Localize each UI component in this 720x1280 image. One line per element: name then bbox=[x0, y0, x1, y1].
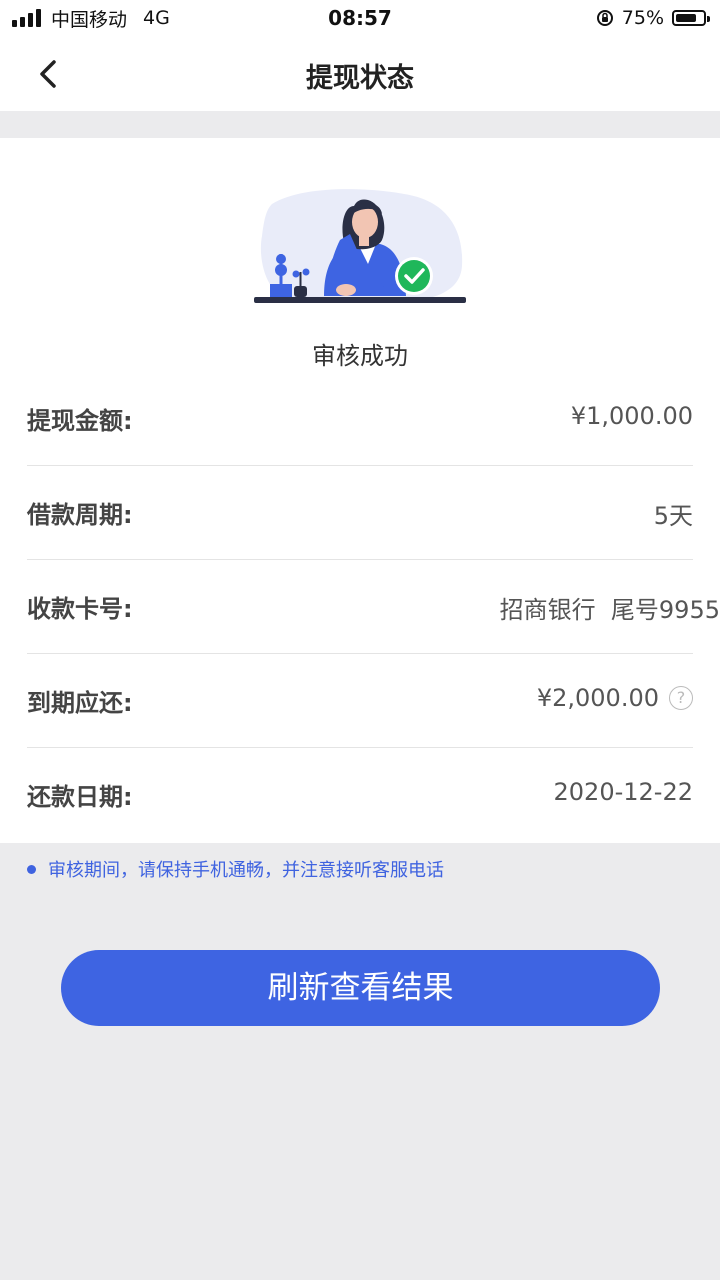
status-bar: 中国移动 4G 08:57 75% bbox=[0, 0, 720, 36]
status-card: 审核成功 提现金额: ¥1,000.00 借款周期: 5天 收款卡号: 招商银行… bbox=[0, 138, 720, 843]
question-circle-icon[interactable]: ? bbox=[669, 686, 693, 710]
detail-label: 借款周期: bbox=[27, 501, 133, 529]
detail-label: 到期应还: bbox=[27, 689, 133, 717]
detail-row-period: 借款周期: 5天 bbox=[27, 466, 693, 560]
review-status: 审核成功 bbox=[312, 342, 408, 370]
woman-at-desk-success-icon bbox=[254, 189, 466, 303]
detail-value: 2020-12-22 bbox=[553, 778, 693, 806]
detail-label: 收款卡号: bbox=[27, 595, 133, 623]
detail-label: 还款日期: bbox=[27, 783, 133, 811]
nav-bar: 提现状态 bbox=[0, 36, 720, 111]
battery-icon bbox=[672, 10, 710, 26]
battery-percent: 75% bbox=[621, 7, 664, 29]
page-title: 提现状态 bbox=[306, 63, 414, 94]
detail-row-amount: 提现金额: ¥1,000.00 bbox=[27, 372, 693, 466]
status-right: 75% bbox=[596, 6, 710, 30]
notice-text: 审核期间，请保持手机通畅，并注意接听客服电话 bbox=[48, 860, 444, 881]
detail-value: ¥2,000.00 bbox=[536, 684, 659, 712]
detail-value-group: ¥2,000.00 ? bbox=[537, 684, 693, 712]
bullet-dot-icon bbox=[27, 864, 36, 874]
rotation-lock-icon bbox=[596, 10, 613, 26]
back-button[interactable] bbox=[28, 52, 72, 96]
refresh-result-button[interactable]: 刷新查看结果 bbox=[61, 950, 660, 1026]
chevron-left-icon bbox=[40, 60, 56, 88]
detail-value: ¥1,000.00 bbox=[570, 402, 693, 430]
battery-fill bbox=[676, 14, 696, 22]
notice: 审核期间，请保持手机通畅，并注意接听客服电话 bbox=[27, 856, 444, 882]
detail-value: 5天 bbox=[653, 502, 693, 530]
detail-label: 提现金额: bbox=[27, 407, 133, 435]
detail-row-due-amount: 到期应还: ¥2,000.00 ? bbox=[27, 654, 693, 748]
detail-row-card: 收款卡号: 招商银行 尾号9955 bbox=[27, 560, 720, 654]
detail-value: 招商银行 尾号9955 bbox=[499, 596, 720, 624]
detail-row-due-date: 还款日期: 2020-12-22 bbox=[27, 748, 693, 842]
